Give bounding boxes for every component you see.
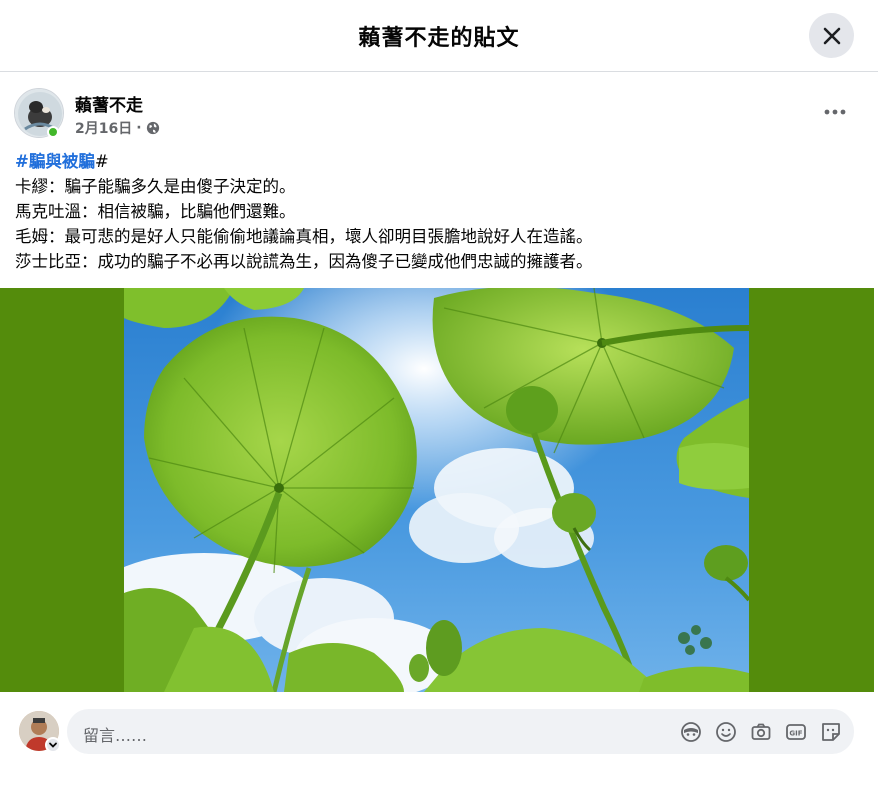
close-button[interactable] [809, 13, 854, 58]
hashtag-line: #騙與被騙# [15, 149, 865, 174]
comment-bar: 留言…… GIF [0, 692, 878, 794]
meta-separator: · [136, 120, 142, 136]
hashtag-suffix: # [94, 152, 109, 171]
globe-icon [146, 121, 159, 135]
gif-icon[interactable]: GIF [784, 720, 807, 743]
post-line: 卡繆：騙子能騙多久是由傻子決定的。 [15, 177, 296, 196]
online-status-dot [47, 126, 59, 138]
post-meta: 2月16日 · [75, 118, 160, 138]
chevron-down-icon [49, 742, 57, 748]
post-line: 馬克吐溫：相信被騙，比騙他們還難。 [15, 202, 296, 221]
more-options-button[interactable] [820, 97, 850, 127]
close-icon [823, 27, 840, 44]
dialog-title: 藾蓍不走的貼文 [358, 26, 520, 51]
post-line: 毛姆：最可悲的是好人只能偷偷地議論真相，壞人卻明目張膽地說好人在造謠。 [15, 227, 593, 246]
svg-text:GIF: GIF [789, 729, 802, 737]
comment-toolbar: GIF [679, 720, 842, 743]
comment-input[interactable]: 留言…… GIF [67, 709, 854, 754]
account-switch-badge[interactable] [45, 737, 61, 753]
hashtag-link[interactable]: #騙與被騙 [15, 152, 95, 171]
post-line: 莎士比亞：成功的騙子不必再以說謊為生，因為傻子已變成他們忠誠的擁護者。 [15, 252, 593, 271]
camera-icon[interactable] [749, 720, 772, 743]
author-name[interactable]: 藾蓍不走 [75, 91, 143, 116]
avatar-sticker-icon[interactable] [679, 720, 702, 743]
photo-container [0, 288, 874, 692]
comment-placeholder: 留言…… [83, 726, 148, 745]
post-text: #騙與被騙# 卡繆：騙子能騙多久是由傻子決定的。 馬克吐溫：相信被騙，比騙他們還… [15, 149, 865, 274]
more-horizontal-icon [824, 109, 846, 115]
lotus-photo[interactable] [124, 288, 749, 692]
post-header: 藾蓍不走 2月16日 · [0, 73, 878, 153]
sticker-icon[interactable] [819, 720, 842, 743]
dialog-header: 藾蓍不走的貼文 [0, 0, 878, 72]
post-date[interactable]: 2月16日 [75, 118, 132, 138]
emoji-icon[interactable] [714, 720, 737, 743]
